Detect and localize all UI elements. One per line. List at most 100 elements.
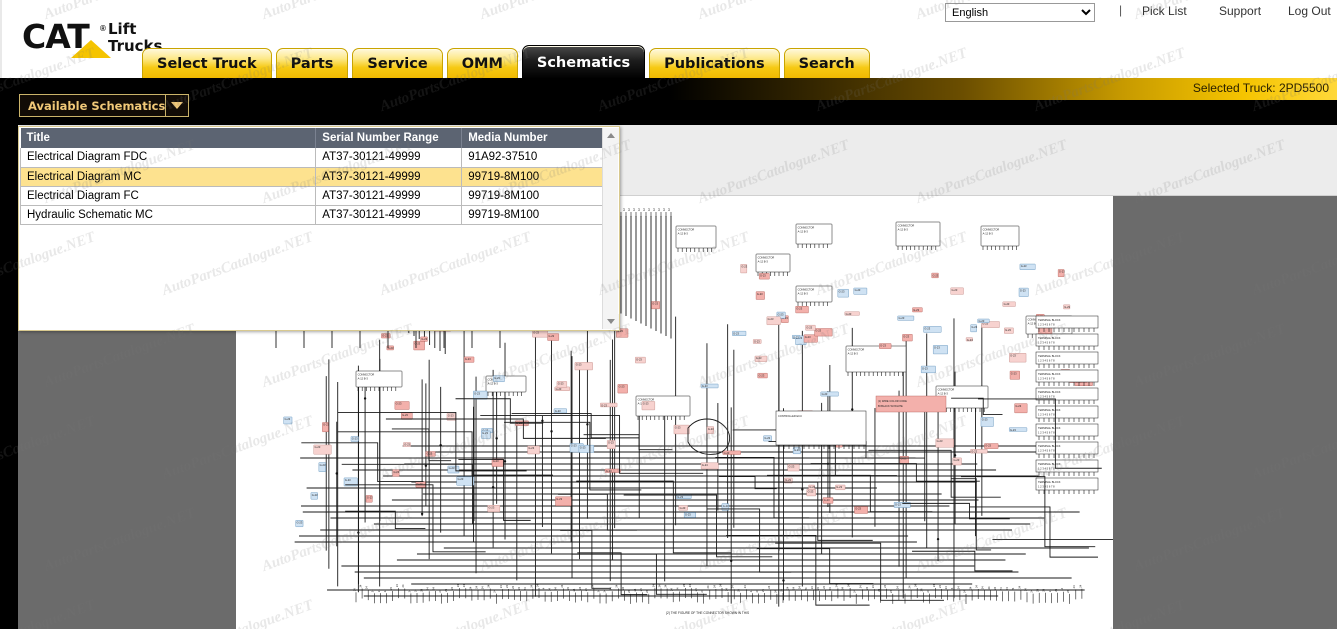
svg-text:G-23: G-23	[824, 498, 830, 502]
tab-publications[interactable]: Publications	[649, 48, 780, 79]
svg-text:G-23: G-23	[903, 335, 909, 339]
svg-text:G-23: G-23	[855, 507, 861, 511]
svg-text:G-23: G-23	[571, 444, 577, 448]
svg-text:G-23: G-23	[404, 443, 410, 447]
tab-service[interactable]: Service	[352, 48, 443, 79]
svg-text:CONNECTOR: CONNECTOR	[898, 224, 915, 228]
svg-text:G-23: G-23	[1004, 302, 1010, 306]
svg-text:G-23: G-23	[352, 437, 358, 441]
language-select[interactable]: EnglishFrançaisDeutschEspañolItalianoPor…	[945, 3, 1095, 22]
available-schematics-panel[interactable]: Title Serial Number Range Media Number E…	[18, 126, 620, 331]
svg-text:G-23: G-23	[474, 391, 480, 395]
svg-text:G-23: G-23	[489, 505, 495, 509]
tab-schematics[interactable]: Schematics	[521, 45, 646, 79]
schematics-table[interactable]: Title Serial Number Range Media Number E…	[19, 128, 603, 225]
svg-text:G-23: G-23	[1011, 371, 1017, 375]
svg-text:G-23: G-23	[806, 325, 812, 329]
table-row[interactable]: Electrical Diagram FC AT37-30121-49999 997…	[19, 186, 603, 206]
content-light-band-right	[620, 125, 1337, 196]
svg-text:A-12 B-3: A-12 B-3	[488, 381, 499, 385]
svg-text:A-12 B-3: A-12 B-3	[898, 227, 909, 231]
svg-text:G-23: G-23	[323, 423, 329, 427]
column-header-media[interactable]: Media Number	[461, 128, 603, 148]
svg-text:G-23: G-23	[815, 329, 821, 333]
svg-text:G-23: G-23	[1064, 305, 1070, 309]
svg-text:G-23: G-23	[924, 327, 930, 331]
svg-text:TERMINAL BLOCK: TERMINAL BLOCK	[1038, 444, 1061, 448]
svg-text:G-23: G-23	[934, 346, 940, 350]
svg-text:G-23: G-23	[388, 346, 394, 350]
svg-text:G-23: G-23	[558, 382, 564, 386]
row-cell-title: Electrical Diagram FDC	[19, 148, 317, 168]
svg-text:TERMINAL BLOCK: TERMINAL BLOCK	[1038, 462, 1061, 466]
svg-text:G-23: G-23	[764, 436, 770, 440]
svg-text:TERMINAL BLOCK: TERMINAL BLOCK	[1038, 426, 1061, 430]
pick-list-link[interactable]: Pick List	[1142, 4, 1187, 18]
svg-text:G-23: G-23	[393, 470, 399, 474]
svg-text:G-23: G-23	[458, 477, 464, 481]
panel-scrollbar[interactable]	[602, 128, 619, 329]
svg-text:TERMINAL BLOCK: TERMINAL BLOCK	[1038, 408, 1061, 412]
svg-text:G-23: G-23	[913, 308, 919, 312]
svg-text:G-23: G-23	[555, 409, 561, 413]
svg-text:G-23: G-23	[778, 312, 784, 316]
svg-text:G-23: G-23	[1005, 328, 1011, 332]
svg-text:1 2 3 4 5 6 7 8: 1 2 3 4 5 6 7 8	[1038, 359, 1055, 363]
svg-text:A-12 B-3: A-12 B-3	[358, 376, 369, 380]
svg-text:1 2 3 4 5 6 7 8: 1 2 3 4 5 6 7 8	[1038, 449, 1055, 453]
tab-label: Service	[367, 56, 428, 72]
row-cell-media: 99719-8M100	[461, 205, 603, 225]
svg-text:G-23: G-23	[601, 403, 607, 407]
svg-text:G-23: G-23	[971, 325, 977, 329]
tab-label: Select Truck	[157, 56, 257, 72]
tab-select-truck[interactable]: Select Truck	[142, 48, 272, 79]
row-cell-media: 99719-8M100	[461, 167, 603, 187]
row-cell-serial: AT37-30121-49999	[315, 148, 463, 168]
column-header-serial[interactable]: Serial Number Range	[315, 128, 463, 148]
support-link[interactable]: Support	[1219, 4, 1261, 18]
scroll-up-arrow-icon[interactable]	[603, 128, 619, 143]
svg-text:G-23: G-23	[675, 425, 681, 429]
svg-text:G-23: G-23	[1010, 353, 1016, 357]
left-rail	[0, 100, 18, 629]
svg-text:G-23: G-23	[1059, 270, 1065, 274]
svg-text:G-23: G-23	[922, 366, 928, 370]
svg-text:G-23: G-23	[932, 273, 938, 277]
table-row[interactable]: Hydraulic Schematic MC AT37-30121-49999 99…	[19, 205, 603, 225]
svg-text:G-23: G-23	[345, 478, 351, 482]
svg-text:G-23: G-23	[793, 335, 799, 339]
tab-label: Publications	[664, 56, 765, 72]
table-row[interactable]: Electrical Diagram MC AT37-30121-49999 997…	[19, 167, 603, 187]
row-cell-serial: AT37-30121-49999	[315, 186, 463, 206]
svg-text:G-23: G-23	[741, 265, 747, 269]
svg-text:G-23: G-23	[982, 417, 988, 421]
svg-text:G-23: G-23	[723, 504, 729, 508]
svg-text:TERMINAL BLOCK: TERMINAL BLOCK	[1038, 390, 1061, 394]
svg-text:A-12 B-3: A-12 B-3	[848, 351, 859, 355]
scroll-down-arrow-icon[interactable]	[603, 314, 619, 329]
tab-omm[interactable]: OMM	[446, 48, 518, 79]
svg-text:G-23: G-23	[971, 450, 977, 454]
svg-text:G-23: G-23	[899, 316, 905, 320]
svg-text:TERMINAL BLOCK: TERMINAL BLOCK	[1038, 372, 1061, 376]
row-cell-serial: AT37-30121-49999	[315, 167, 463, 187]
svg-text:G-23: G-23	[556, 497, 562, 501]
svg-text:G-23: G-23	[985, 444, 991, 448]
log-out-link[interactable]: Log Out	[1288, 4, 1331, 18]
available-schematics-dropdown[interactable]: Available Schematics	[19, 94, 189, 117]
chevron-down-icon[interactable]	[165, 95, 188, 116]
svg-text:G-23: G-23	[528, 446, 534, 450]
svg-text:G-23: G-23	[533, 331, 539, 335]
table-row[interactable]: Electrical Diagram FDC AT37-30121-49999 91…	[19, 148, 603, 168]
tab-parts[interactable]: Parts	[275, 48, 349, 79]
row-cell-media: 99719-8M100	[461, 186, 603, 206]
svg-text:G-23: G-23	[448, 414, 454, 418]
svg-text:TERMINAL BLOCK: TERMINAL BLOCK	[1038, 336, 1061, 340]
tab-search[interactable]: Search	[783, 48, 870, 79]
svg-text:G-23: G-23	[967, 338, 973, 342]
logo-registered-mark: ®	[100, 24, 106, 33]
svg-text:CONNECTOR: CONNECTOR	[638, 398, 655, 402]
column-header-title[interactable]: Title	[20, 128, 317, 148]
svg-text:G-23: G-23	[494, 376, 500, 380]
svg-text:G-23: G-23	[846, 312, 852, 316]
